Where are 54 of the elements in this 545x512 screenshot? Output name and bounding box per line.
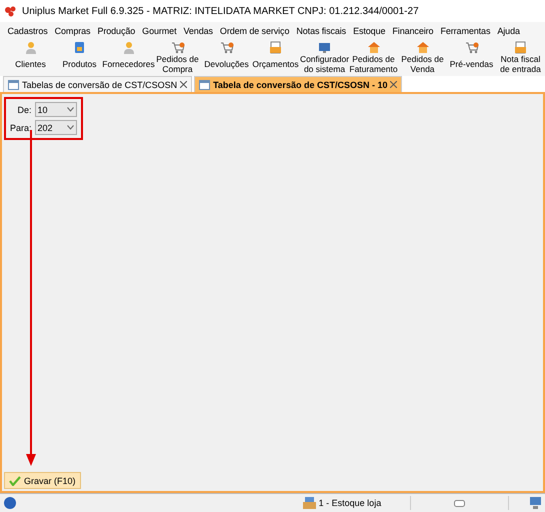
- toolbar-button[interactable]: Produtos: [55, 40, 104, 75]
- cart-icon: [220, 41, 234, 54]
- chevron-down-icon: [66, 125, 74, 130]
- save-button[interactable]: Gravar (F10): [4, 472, 81, 489]
- field-label: De:: [16, 104, 32, 114]
- toolbar-button[interactable]: Configurador do sistema: [300, 40, 349, 75]
- toolbar-button[interactable]: Orçamentos: [251, 40, 300, 75]
- toolbar-button[interactable]: Pedidos de Faturamento: [349, 40, 398, 75]
- close-icon[interactable]: [390, 81, 398, 88]
- cart-icon: [170, 41, 184, 54]
- tab[interactable]: Tabela de conversão de CST/CSOSN - 10: [194, 76, 402, 92]
- tab-label: Tabelas de conversão de CST/CSOSN: [22, 80, 178, 90]
- help-icon[interactable]: [4, 497, 16, 509]
- menu-item[interactable]: Notas fiscais: [292, 26, 350, 36]
- menu-item[interactable]: Cadastros: [4, 26, 52, 36]
- menu-item[interactable]: Ferramentas: [436, 26, 494, 36]
- menu-item[interactable]: Gourmet: [138, 26, 180, 36]
- house-icon: [366, 41, 380, 54]
- dropdown-field[interactable]: 10: [34, 102, 77, 117]
- menu-item[interactable]: Ordem de serviço: [216, 26, 293, 36]
- toolbar-button[interactable]: Pedidos de Compra: [153, 40, 202, 75]
- tab-label: Tabela de conversão de CST/CSOSN - 10: [213, 80, 388, 90]
- menu-item[interactable]: Financeiro: [388, 26, 437, 36]
- toolbar-button[interactable]: Pré-vendas: [447, 40, 496, 75]
- person-icon: [24, 41, 36, 54]
- field-label: Para:: [10, 122, 32, 132]
- dropdown-field[interactable]: 202: [34, 120, 77, 135]
- toolbar-button[interactable]: Fornecedores: [104, 40, 153, 75]
- computer-icon: [530, 497, 541, 509]
- window-title: Uniplus Market Full 6.9.325 - MATRIZ: INTELIDATA MARKET CNPJ: 01.212.344/0001-27: [22, 6, 419, 16]
- cart-icon: [464, 41, 478, 54]
- menu-item[interactable]: Estoque: [350, 26, 389, 36]
- indicator-icon: [454, 500, 465, 506]
- monitor-icon: [318, 41, 331, 54]
- house-icon: [416, 41, 430, 54]
- window-icon: [8, 80, 19, 90]
- menu-item[interactable]: Produção: [94, 26, 139, 36]
- person-icon: [122, 41, 134, 54]
- menu-item[interactable]: Ajuda: [494, 26, 524, 36]
- window-icon: [199, 80, 210, 90]
- toolbar-button[interactable]: Clientes: [6, 40, 55, 75]
- toolbar-button[interactable]: Devoluções: [202, 40, 251, 75]
- chevron-down-icon: [66, 107, 74, 112]
- box-icon: [74, 41, 85, 54]
- stock-label: 1 - Estoque loja: [318, 498, 382, 508]
- menu-item[interactable]: Compras: [51, 26, 94, 36]
- app-logo-icon: [4, 5, 17, 17]
- checkmark-icon: [9, 476, 21, 486]
- drawer-icon: [302, 497, 316, 509]
- tab[interactable]: Tabelas de conversão de CST/CSOSN: [3, 76, 192, 92]
- menu-item[interactable]: Vendas: [180, 26, 216, 36]
- toolbar-button[interactable]: Nota fiscal de entrada: [496, 40, 545, 75]
- close-icon[interactable]: [180, 81, 188, 88]
- toolbar-button[interactable]: Pedidos de Venda: [398, 40, 447, 75]
